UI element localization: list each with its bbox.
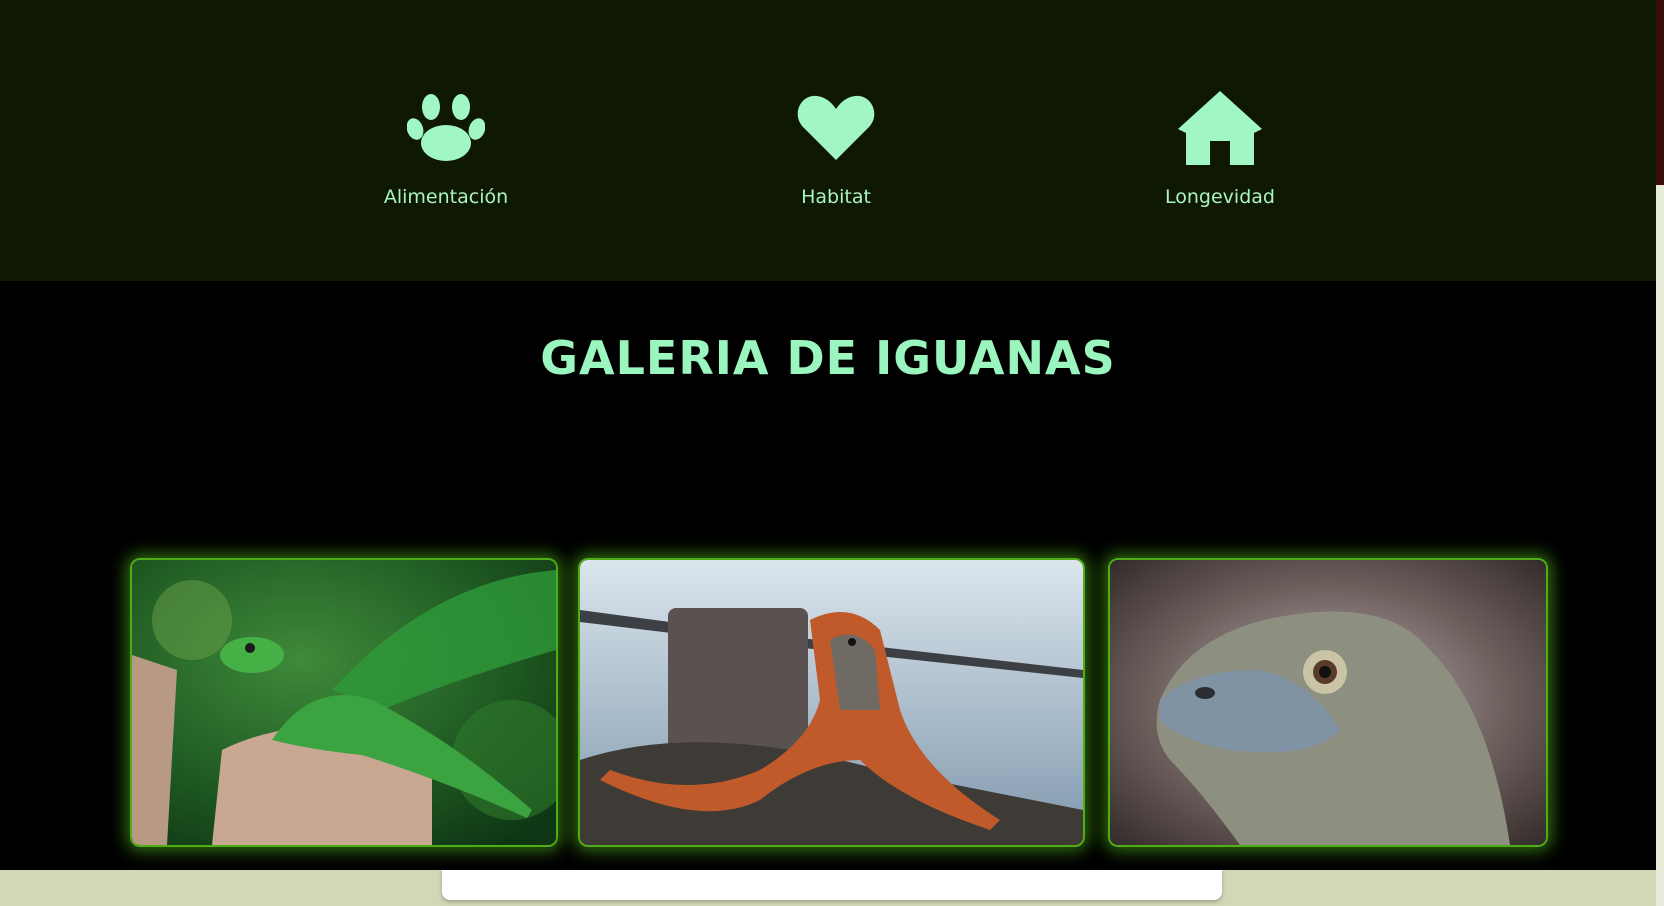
feature-alimentacion[interactable]: Alimentación bbox=[326, 86, 566, 208]
feature-label: Alimentación bbox=[383, 186, 509, 208]
gallery-section: GALERIA DE IGUANAS bbox=[0, 281, 1656, 870]
gallery-image-orange-iguana[interactable] bbox=[578, 558, 1085, 847]
gallery-title: GALERIA DE IGUANAS bbox=[540, 331, 1116, 385]
footer-card bbox=[442, 870, 1222, 900]
paw-icon bbox=[326, 86, 566, 170]
house-icon bbox=[1100, 86, 1340, 170]
feature-longevidad[interactable]: Longevidad bbox=[1100, 86, 1340, 208]
features-section: Alimentación Habitat Longevidad bbox=[0, 0, 1656, 281]
heart-icon bbox=[716, 86, 956, 170]
feature-label: Habitat bbox=[801, 186, 871, 208]
gallery-image-green-iguana[interactable] bbox=[130, 558, 558, 847]
gallery-image-grey-iguana[interactable] bbox=[1108, 558, 1548, 847]
feature-label: Longevidad bbox=[1165, 186, 1275, 208]
scrollbar-thumb[interactable] bbox=[1656, 0, 1664, 185]
feature-habitat[interactable]: Habitat bbox=[716, 86, 956, 208]
